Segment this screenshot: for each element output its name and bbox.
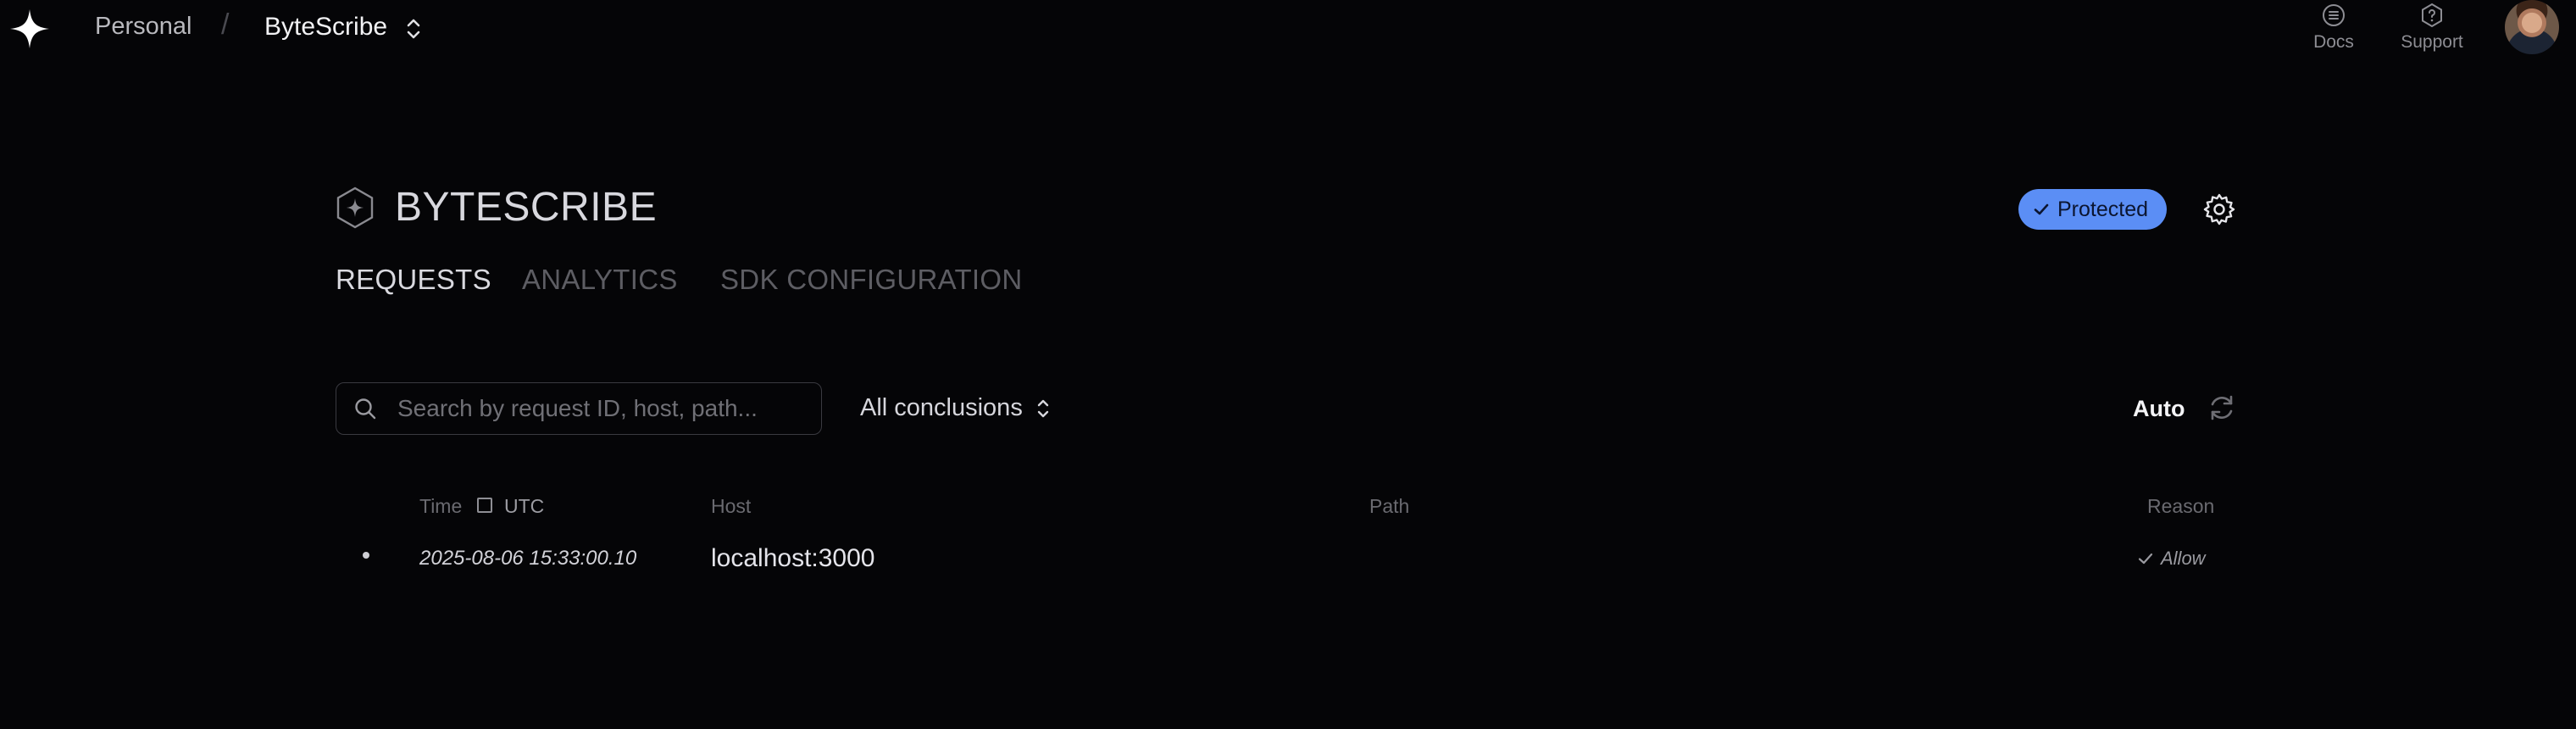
utc-checkbox[interactable] (477, 498, 492, 513)
tab-sdk-configuration[interactable]: SDK CONFIGURATION (720, 264, 1023, 296)
breadcrumb-project[interactable]: ByteScribe (264, 13, 387, 42)
user-avatar[interactable] (2505, 0, 2559, 54)
search-icon (353, 397, 377, 420)
docs-link[interactable]: Docs (2308, 2, 2359, 53)
project-icon (336, 186, 375, 229)
tab-requests[interactable]: REQUESTS (336, 264, 491, 296)
auto-refresh-toggle[interactable]: Auto (2133, 396, 2185, 422)
row-reason: Allow (2137, 548, 2206, 570)
project-switcher-chevron-icon[interactable] (402, 16, 425, 42)
conclusion-select-value: All conclusions (860, 394, 1023, 421)
app-logo-icon[interactable] (8, 8, 51, 50)
check-icon (2137, 550, 2154, 567)
help-icon (2418, 2, 2446, 29)
chevron-up-down-icon (1035, 397, 1052, 420)
utc-checkbox-label[interactable]: UTC (504, 495, 544, 518)
column-header-reason: Reason (2147, 495, 2215, 517)
row-indicator-dot (363, 552, 369, 559)
docs-icon (2320, 2, 2347, 29)
status-badge: Protected (2018, 189, 2168, 230)
page-title: BYTESCRIBE (395, 185, 658, 230)
breadcrumb-workspace[interactable]: Personal (95, 13, 192, 41)
status-badge-label: Protected (2057, 197, 2149, 221)
search-box[interactable] (336, 382, 822, 435)
refresh-icon[interactable] (2207, 392, 2237, 423)
row-time: 2025-08-06 15:33:00.10 (419, 547, 637, 570)
row-reason-label: Allow (2161, 548, 2206, 569)
breadcrumb-separator: / (221, 8, 230, 41)
docs-label: Docs (2313, 32, 2354, 52)
conclusion-select[interactable]: All conclusions (860, 394, 1052, 422)
row-host: localhost:3000 (711, 544, 875, 572)
column-header-path: Path (1369, 495, 1410, 517)
column-header-host: Host (711, 495, 752, 517)
tab-analytics[interactable]: ANALYTICS (522, 264, 678, 296)
check-icon (2032, 200, 2051, 219)
column-header-time: Time (419, 495, 463, 517)
support-link[interactable]: Support (2390, 2, 2474, 53)
search-input[interactable] (396, 394, 806, 423)
support-label: Support (2401, 32, 2463, 52)
settings-gear-icon[interactable] (2201, 192, 2237, 227)
